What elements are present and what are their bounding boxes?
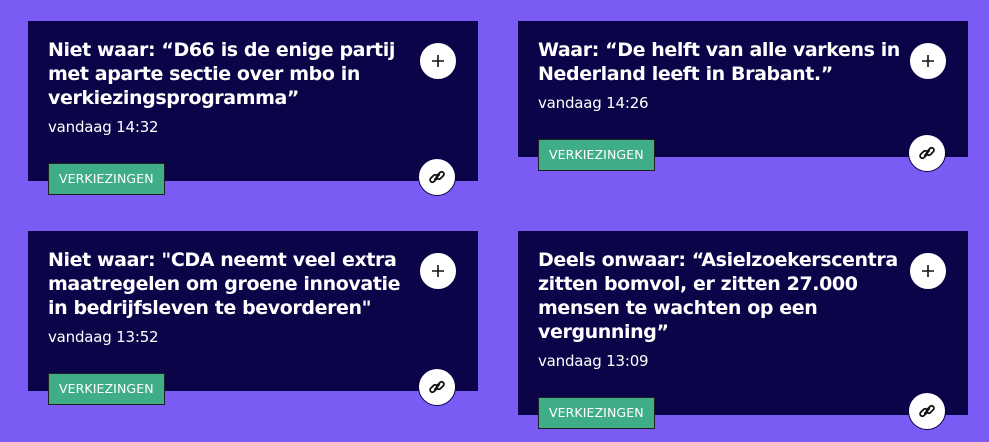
add-button[interactable]	[419, 252, 457, 290]
article-timestamp: vandaag 14:26	[538, 94, 649, 112]
copy-link-button[interactable]	[908, 392, 946, 430]
plus-icon	[922, 265, 934, 277]
article-timestamp: vandaag 13:09	[538, 352, 649, 370]
category-tag[interactable]: VERKIEZINGEN	[48, 163, 165, 195]
article-title[interactable]: Niet waar: “D66 is de enige partij met a…	[48, 38, 410, 110]
category-tag[interactable]: VERKIEZINGEN	[538, 397, 655, 429]
plus-icon	[432, 55, 444, 67]
article-timestamp: vandaag 14:32	[48, 118, 159, 136]
article-card[interactable]: Deels onwaar: “Asielzoekerscentra zitten…	[518, 231, 968, 430]
plus-icon	[922, 55, 934, 67]
article-card[interactable]: Niet waar: “D66 is de enige partij met a…	[28, 21, 478, 196]
category-tag[interactable]: VERKIEZINGEN	[48, 373, 165, 405]
copy-link-button[interactable]	[418, 368, 456, 406]
article-title[interactable]: Waar: “De helft van alle varkens in Nede…	[538, 38, 900, 86]
plus-icon	[432, 265, 444, 277]
article-timestamp: vandaag 13:52	[48, 328, 159, 346]
copy-link-button[interactable]	[418, 158, 456, 196]
link-icon	[919, 404, 935, 418]
link-icon	[429, 380, 445, 394]
category-tag[interactable]: VERKIEZINGEN	[538, 139, 655, 171]
article-title[interactable]: Niet waar: "CDA neemt veel extra maatreg…	[48, 248, 410, 320]
link-icon	[919, 146, 935, 160]
add-button[interactable]	[909, 42, 947, 80]
add-button[interactable]	[909, 252, 947, 290]
link-icon	[429, 170, 445, 184]
article-card[interactable]: Niet waar: "CDA neemt veel extra maatreg…	[28, 231, 478, 406]
copy-link-button[interactable]	[908, 134, 946, 172]
article-card[interactable]: Waar: “De helft van alle varkens in Nede…	[518, 21, 968, 172]
add-button[interactable]	[419, 42, 457, 80]
article-title[interactable]: Deels onwaar: “Asielzoekerscentra zitten…	[538, 248, 900, 344]
